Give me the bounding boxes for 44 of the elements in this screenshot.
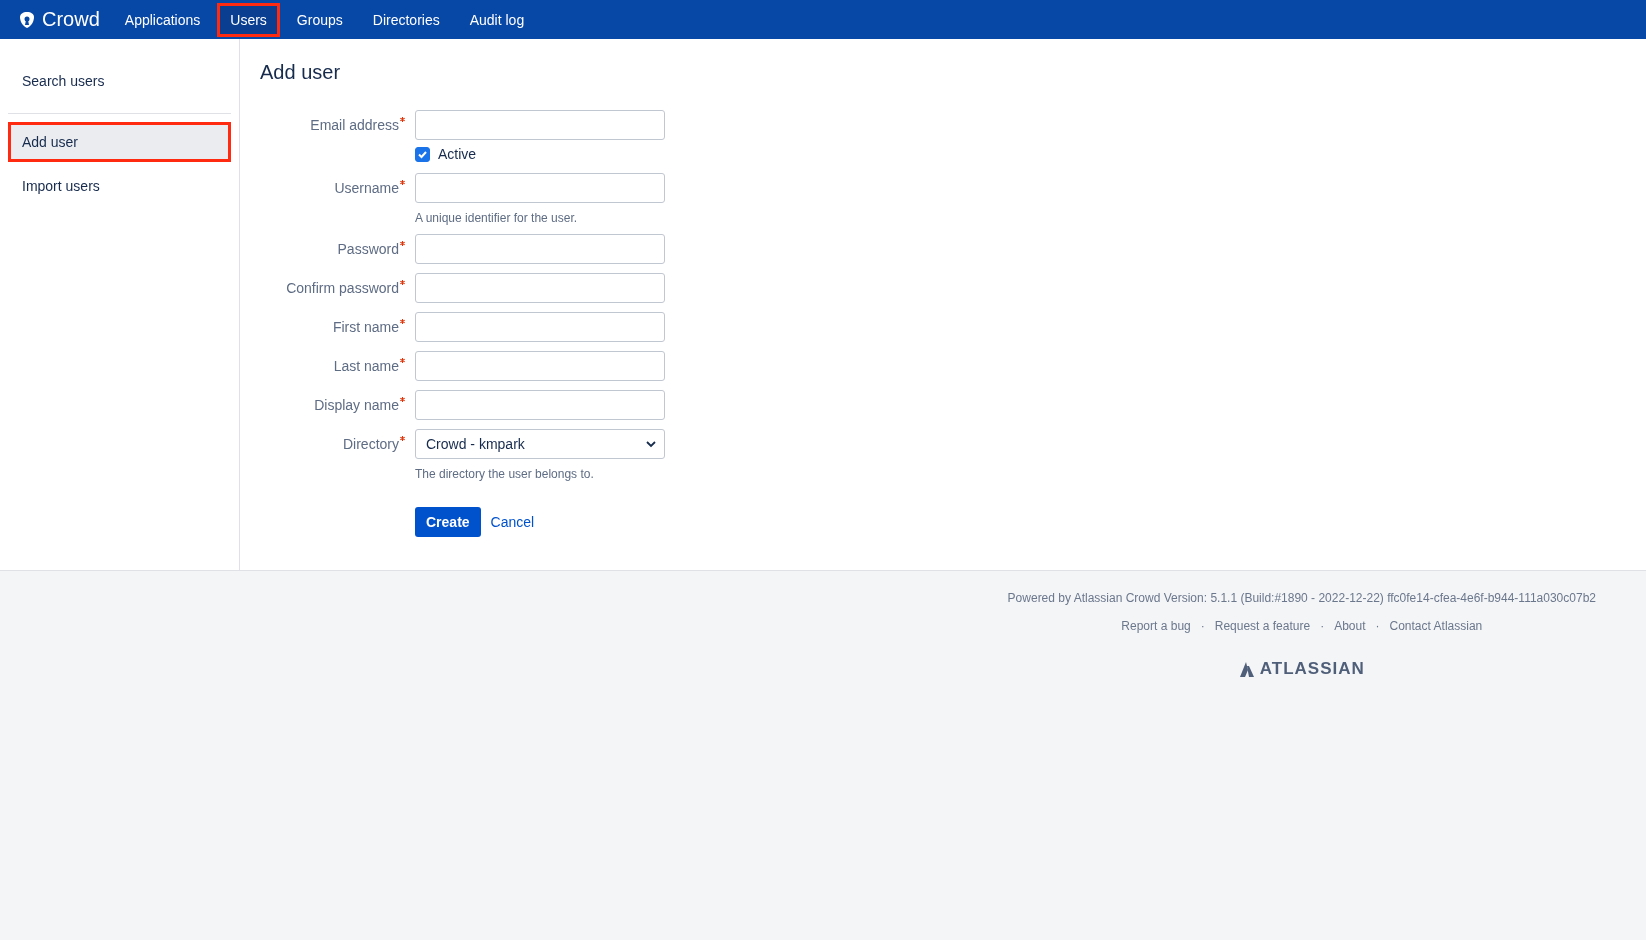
text-input[interactable] [415,390,665,420]
nav-link[interactable]: Groups [283,2,356,37]
nav-link[interactable]: Users [217,2,280,37]
field-label: Password [337,241,399,257]
atlassian-logo-icon [1238,661,1254,677]
nav-link[interactable]: Directories [359,2,453,37]
field-hint: A unique identifier for the user. [415,211,579,225]
cancel-link[interactable]: Cancel [490,514,535,530]
sidebar-item[interactable]: Search users [8,61,231,101]
footer-link[interactable]: About [1334,619,1366,633]
field-label: Confirm password [286,280,399,296]
nav-link[interactable]: Audit log [456,2,538,37]
sidebar-item[interactable]: Import users [8,166,231,206]
field-label: Username [334,180,399,196]
sidebar-item[interactable]: Add user [8,122,231,162]
footer-link[interactable]: Request a feature [1214,619,1311,633]
logo-text[interactable]: Crowd [42,8,100,31]
chevron-down-icon [646,440,656,448]
text-input[interactable] [415,312,665,342]
shield-logo-icon [18,10,36,29]
active-checkbox[interactable] [415,146,430,162]
field-label: Display name [314,397,399,413]
field-label: Last name [333,358,399,374]
text-input[interactable] [415,273,665,303]
footer-link[interactable]: Report a bug [1121,619,1191,633]
page-title: Add user [260,61,342,84]
checkbox-label: Active [438,146,477,162]
text-input[interactable] [415,234,665,264]
nav-link[interactable]: Applications [111,2,214,37]
create-button[interactable]: Create [415,507,481,537]
text-input[interactable] [415,110,665,140]
directory-select[interactable]: Crowd - kmpark [415,429,665,459]
separator-dot: · [1375,619,1380,633]
footer-link[interactable]: Contact Atlassian [1389,619,1483,633]
separator-dot: · [1320,619,1325,633]
version-text: Powered by Atlassian Crowd Version: 5.1.1 (Build:#1890 - 2022-12-22) ffc0fe14-cfea-4e6f-b944-111a030c07b2 [1007,591,1596,605]
field-hint: The directory the user belongs to. [415,467,595,481]
logo-text: ATLASSIAN [1259,659,1365,679]
field-label: Email address [310,117,399,133]
separator-dot: · [1200,619,1205,633]
field-label: Directory [343,436,399,452]
text-input[interactable] [415,173,665,203]
text-input[interactable] [415,351,665,381]
field-label: First name [332,319,399,335]
